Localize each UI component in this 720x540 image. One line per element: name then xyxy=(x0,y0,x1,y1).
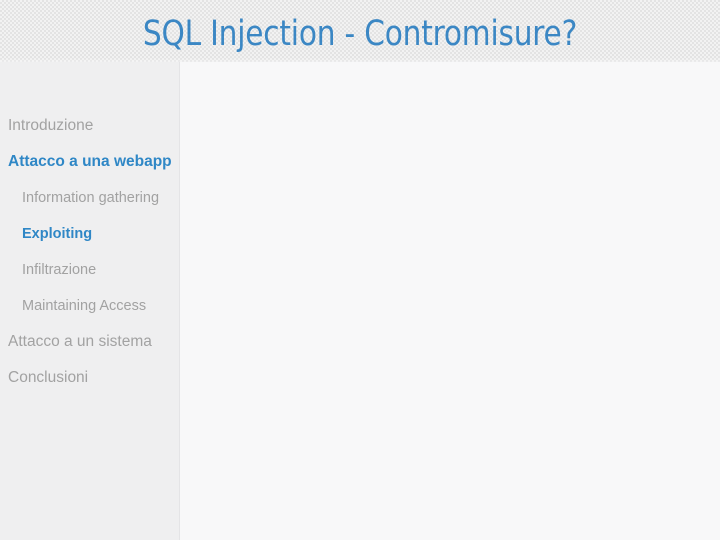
page-title: SQL Injection - Contromisure? xyxy=(142,14,578,54)
sidebar-item-attacco-a-un-sistema[interactable]: Attacco a un sistema xyxy=(0,324,180,360)
slide-header-band: SQL Injection - Contromisure? xyxy=(0,0,720,70)
sidebar-item-infiltrazione[interactable]: Infiltrazione xyxy=(0,252,180,288)
sidebar-nav-list: Introduzione Attacco a una webapp Informat… xyxy=(0,108,180,396)
sidebar: Introduzione Attacco a una webapp Informat… xyxy=(0,62,180,540)
sidebar-item-information-gathering[interactable]: Information gathering xyxy=(0,180,180,216)
slide-content-area xyxy=(180,62,720,540)
sidebar-item-introduzione[interactable]: Introduzione xyxy=(0,108,180,144)
presentation-slide: SQL Injection - Contromisure? Introduzio… xyxy=(0,0,720,540)
sidebar-item-maintaining-access[interactable]: Maintaining Access xyxy=(0,288,180,324)
sidebar-item-conclusioni[interactable]: Conclusioni xyxy=(0,360,180,396)
sidebar-item-attacco-a-una-webapp[interactable]: Attacco a una webapp xyxy=(0,144,180,180)
sidebar-item-exploiting[interactable]: Exploiting xyxy=(0,216,180,252)
